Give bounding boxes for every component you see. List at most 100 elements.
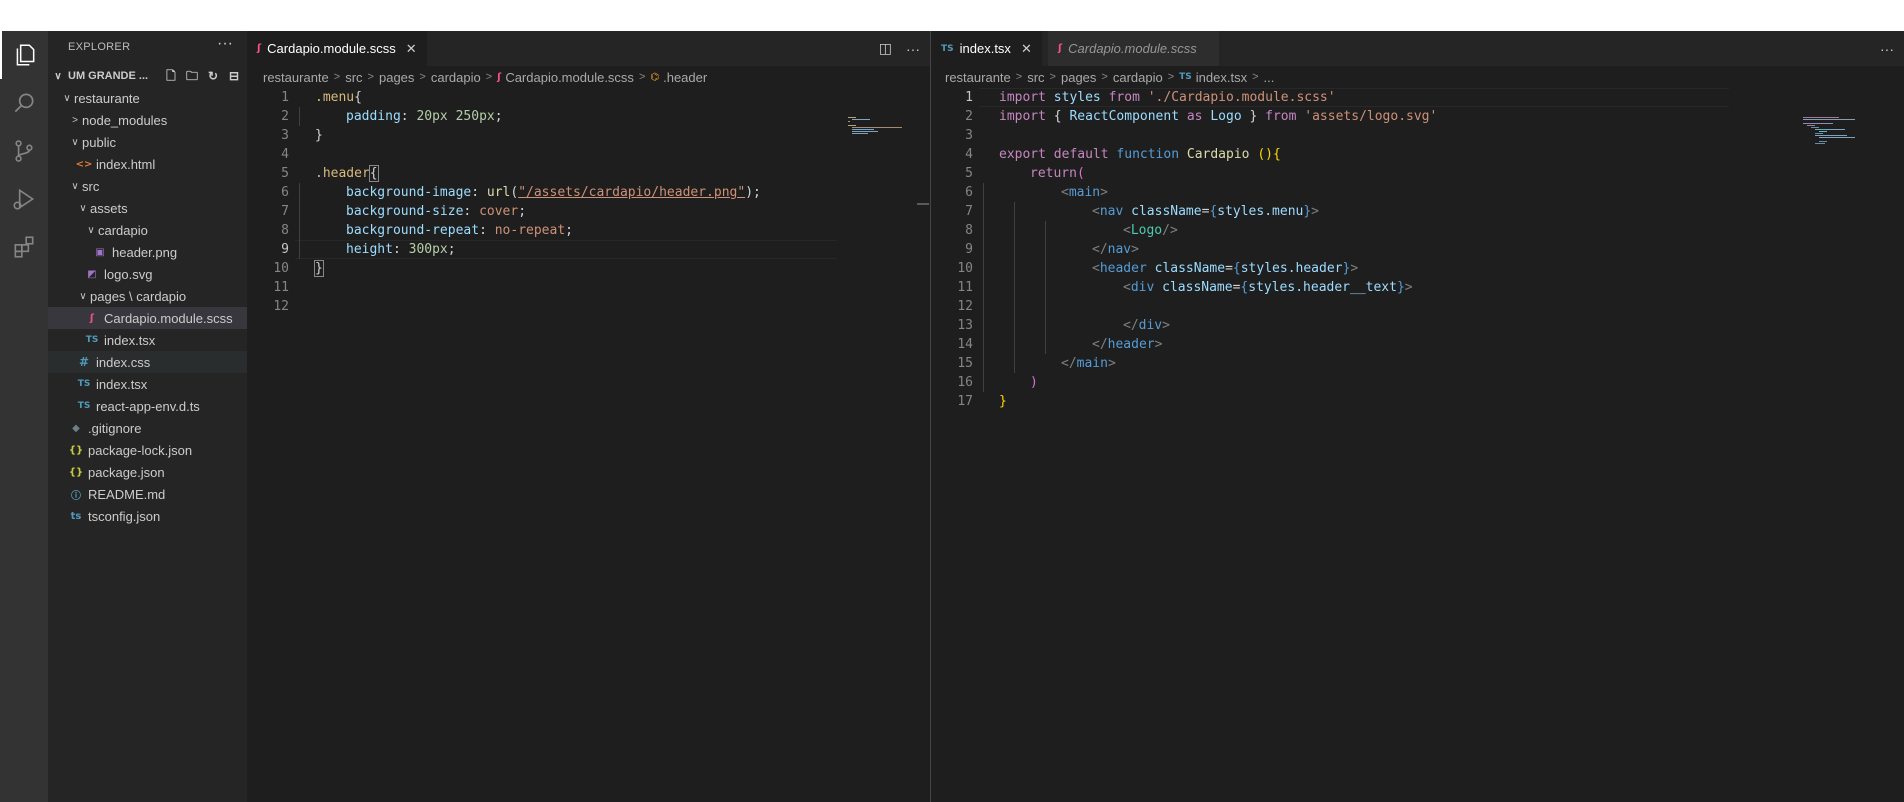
line-number: 12	[957, 299, 973, 314]
breadcrumb-item[interactable]: pages	[379, 70, 414, 85]
tree-folder-cardapio[interactable]: ∨ cardapio	[48, 219, 247, 241]
search-icon[interactable]	[0, 79, 48, 127]
refresh-icon[interactable]: ↻	[206, 69, 220, 83]
code-line: 7 background-size: cover;	[247, 202, 930, 221]
tree-folder-src[interactable]: ∨ src	[48, 175, 247, 197]
workspace-name: UM GRANDE ...	[68, 70, 149, 82]
tree-folder-pages-cardapio[interactable]: ∨ pages \ cardapio	[48, 285, 247, 307]
tab-cardapio-scss[interactable]: ʃ Cardapio.module.scss ✕	[247, 31, 428, 66]
tree-file-index-html[interactable]: <> index.html	[48, 153, 247, 175]
line-number: 16	[957, 375, 973, 390]
scss-file-icon: ʃ	[89, 312, 95, 324]
tree-file-package-lock[interactable]: {} package-lock.json	[48, 439, 247, 461]
typescript-file-icon: TS	[1179, 72, 1192, 82]
tree-folder-node-modules[interactable]: > node_modules	[48, 109, 247, 131]
breadcrumb: restaurante > src > pages > cardapio > ʃ Card…	[263, 66, 707, 88]
breadcrumb-item[interactable]: src	[1027, 70, 1044, 85]
extensions-icon[interactable]	[0, 223, 48, 271]
code-text: import { ReactComponent as Logo } from '…	[999, 109, 1438, 124]
tab-label: Cardapio.module.scss	[267, 41, 396, 56]
explorer-title: EXPLORER	[68, 41, 131, 53]
breadcrumb-item[interactable]: cardapio	[431, 70, 481, 85]
minimap[interactable]	[848, 117, 908, 147]
breadcrumb-item[interactable]: restaurante	[263, 70, 329, 85]
breadcrumb-item[interactable]: cardapio	[1113, 70, 1163, 85]
vscode-window: EXPLORER ··· ∨ UM GRANDE ... 🗋 🗀 ↻ ⊟ ∨ r…	[0, 31, 1904, 802]
image-file-icon: ▣	[95, 246, 105, 258]
code-line: 3	[931, 126, 1904, 145]
breadcrumb-item[interactable]: pages	[1061, 70, 1096, 85]
close-icon[interactable]: ✕	[406, 41, 417, 57]
tree-item-label: public	[82, 134, 116, 150]
workspace-section-header[interactable]: ∨ UM GRANDE ... 🗋 🗀 ↻ ⊟	[48, 65, 247, 87]
more-actions-icon[interactable]: ···	[1880, 41, 1894, 57]
code-line: 6 <main>	[931, 183, 1904, 202]
tree-item-label: pages \ cardapio	[90, 288, 187, 304]
tree-file-tsconfig[interactable]: ts tsconfig.json	[48, 505, 247, 527]
tree-file-index-css[interactable]: # index.css	[48, 351, 247, 373]
editor-group-left: ʃ Cardapio.module.scss ✕ ◫ ··· restauran…	[247, 31, 931, 802]
code-text: background-repeat: no-repeat;	[346, 223, 573, 238]
breadcrumb-item[interactable]: ...	[1264, 70, 1275, 85]
chevron-right-icon: >	[1015, 71, 1023, 83]
tab-label: Cardapio.module.scss	[1068, 41, 1197, 56]
tree-item-label: README.md	[88, 486, 166, 502]
tree-item-label: react-app-env.d.ts	[96, 398, 200, 414]
line-number: 7	[965, 204, 973, 219]
explorer-more-icon[interactable]: ···	[217, 35, 233, 53]
tree-file-gitignore[interactable]: ◆ .gitignore	[48, 417, 247, 439]
tree-file-logo-svg[interactable]: ◩ logo.svg	[48, 263, 247, 285]
tab-index-tsx[interactable]: TS index.tsx ✕	[931, 31, 1043, 66]
split-editor-icon[interactable]: ◫	[879, 40, 892, 57]
tree-file-src-index-tsx[interactable]: TS index.tsx	[48, 373, 247, 395]
code-line: 15 </main>	[931, 354, 1904, 373]
minimap[interactable]	[1803, 117, 1863, 147]
breadcrumb-item[interactable]: index.tsx	[1196, 70, 1247, 85]
run-debug-icon[interactable]	[0, 175, 48, 223]
breadcrumb-item[interactable]: restaurante	[945, 70, 1011, 85]
code-text: <Logo/>	[1123, 223, 1178, 238]
code-line: 16)	[931, 373, 1904, 392]
tree-file-package-json[interactable]: {} package.json	[48, 461, 247, 483]
tree-folder-restaurante[interactable]: ∨ restaurante	[48, 87, 247, 109]
tree-file-readme[interactable]: ⓘ README.md	[48, 483, 247, 505]
code-text: </header>	[1092, 337, 1163, 352]
source-control-icon[interactable]	[0, 127, 48, 175]
tree-item-label: cardapio	[98, 222, 148, 238]
line-number: 14	[957, 337, 973, 352]
tree-file-cardapio-scss[interactable]: ʃ Cardapio.module.scss	[48, 307, 247, 329]
close-icon[interactable]: ✕	[1021, 41, 1032, 57]
tree-file-react-app-env[interactable]: TS react-app-env.d.ts	[48, 395, 247, 417]
editor-actions: ···	[1880, 31, 1894, 66]
code-text: height: 300px;	[346, 242, 456, 257]
breadcrumb-item[interactable]: Cardapio.module.scss	[505, 70, 634, 85]
line-number: 12	[273, 299, 289, 314]
chevron-down-icon: ∨	[79, 290, 87, 302]
tab-cardapio-scss-preview[interactable]: ʃ Cardapio.module.scss	[1048, 31, 1220, 66]
breadcrumb-item[interactable]: .header	[663, 70, 707, 85]
chevron-down-icon: ∨	[87, 224, 95, 236]
line-number: 4	[281, 147, 289, 162]
collapse-all-icon[interactable]: ⊟	[227, 69, 241, 83]
chevron-right-icon: >	[333, 71, 341, 83]
tab-bar: TS index.tsx ✕ ʃ Cardapio.module.scss ··…	[931, 31, 1904, 66]
tree-folder-public[interactable]: ∨ public	[48, 131, 247, 153]
breadcrumb: restaurante > src > pages > cardapio > TS ind…	[945, 66, 1274, 88]
chevron-right-icon: >	[72, 114, 78, 126]
new-file-icon[interactable]: 🗋	[164, 69, 178, 83]
explorer-icon[interactable]	[0, 31, 48, 79]
code-line: 5 .header{	[247, 164, 930, 183]
code-text: <nav className={styles.menu}>	[1092, 204, 1319, 219]
tree-item-label: index.tsx	[96, 376, 148, 392]
tree-item-label: index.tsx	[104, 332, 156, 348]
tree-item-label: index.css	[96, 354, 151, 370]
code-text: import styles from './Cardapio.module.sc…	[999, 90, 1336, 105]
tree-file-header-png[interactable]: ▣ header.png	[48, 241, 247, 263]
typescript-file-icon: TS	[941, 43, 954, 54]
more-actions-icon[interactable]: ···	[906, 41, 920, 57]
breadcrumb-item[interactable]: src	[345, 70, 362, 85]
tree-folder-assets[interactable]: ∨ assets	[48, 197, 247, 219]
tree-file-pages-index-tsx[interactable]: TS index.tsx	[48, 329, 247, 351]
new-folder-icon[interactable]: 🗀	[185, 69, 199, 83]
css-file-icon: #	[78, 355, 90, 369]
